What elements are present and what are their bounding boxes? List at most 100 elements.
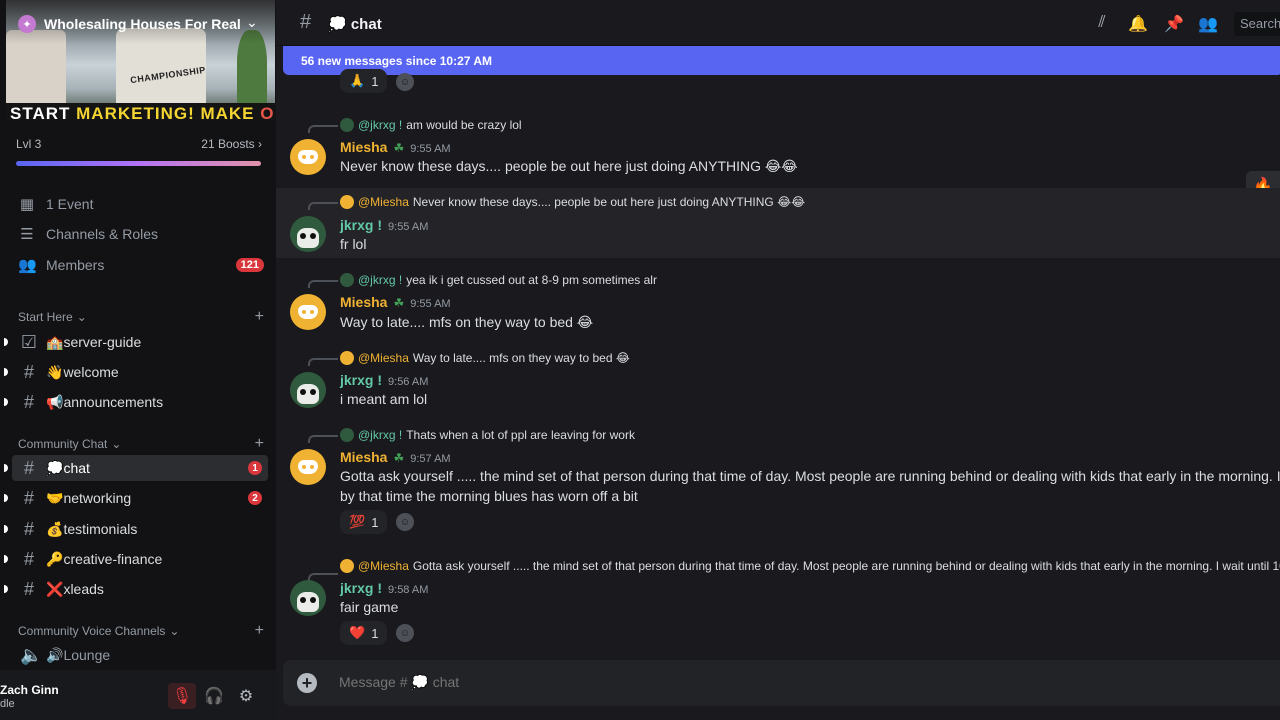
channel-label: 🏫server-guide — [46, 333, 142, 350]
reply-reference[interactable]: @jkrxg ! yea ik i get cussed out at 8-9 … — [340, 273, 657, 287]
chevron-down-icon: ⌄ — [76, 310, 87, 324]
message-text: Never know these days.... people be out … — [340, 158, 798, 174]
avatar — [340, 559, 354, 573]
avatar — [340, 273, 354, 287]
message-header: Miesha ☘ 9:55 AM — [340, 139, 451, 155]
author-name[interactable]: Miesha — [340, 449, 387, 465]
reaction-pill[interactable]: 💯 1 — [340, 510, 388, 534]
channel-label: 🔊Lounge — [46, 646, 111, 663]
chevron-down-icon[interactable]: ⌄ — [246, 14, 258, 31]
hash-icon: # — [23, 518, 34, 539]
server-level: Lvl 3 — [16, 137, 42, 151]
sidebar-link-channels-roles[interactable]: ☰ Channels & Roles — [18, 222, 264, 246]
avatar[interactable] — [290, 580, 326, 616]
channel-testimonials[interactable]: # 💰testimonials — [4, 516, 268, 542]
reaction-pill[interactable]: 🙏 1 — [340, 69, 388, 93]
message-text: Gotta ask yourself ..... the mind set of… — [340, 468, 1280, 484]
reply-reference[interactable]: @jkrxg ! am would be crazy lol — [340, 118, 522, 132]
clover-icon: ☘ — [393, 296, 405, 310]
create-channel-icon[interactable]: + — [255, 435, 264, 453]
calendar-icon: ▦ — [19, 196, 35, 213]
reply-reference[interactable]: @Miesha Gotta ask yourself ..... the min… — [340, 559, 1280, 573]
timestamp: 9:57 AM — [410, 453, 451, 465]
avatar — [340, 195, 354, 209]
members-badge: 121 — [235, 258, 264, 272]
server-name-button[interactable]: ✦ Wholesaling Houses For Real — [18, 15, 241, 33]
threads-icon[interactable]: ⫽ — [1092, 14, 1112, 34]
server-boosts: 21 Boosts › — [201, 137, 262, 151]
channel-xleads[interactable]: # ❌xleads — [4, 576, 268, 602]
reply-reference[interactable]: @Miesha Never know these days.... people… — [340, 195, 805, 209]
category-voice-channels[interactable]: Community Voice Channels ⌄ + — [18, 622, 264, 640]
channel-label: ❌xleads — [46, 580, 104, 597]
banner-caption: START MARKETING! MAKE OFFERS!! — [6, 103, 275, 120]
channels-roles-icon: ☰ — [20, 226, 34, 243]
user-panel: Zach Ginn dle 🎙 🎧 ⚙ — [0, 670, 276, 720]
author-name[interactable]: jkrxg ! — [340, 217, 382, 233]
channel-announcements[interactable]: # 📢announcements — [4, 389, 268, 415]
avatar[interactable] — [290, 294, 326, 330]
boost-progress-bar — [16, 161, 261, 166]
reply-reference[interactable]: @jkrxg ! Thats when a lot of ppl are lea… — [340, 428, 635, 442]
hash-icon: # — [300, 11, 312, 33]
author-name[interactable]: Miesha — [340, 139, 387, 155]
message-header: Miesha ☘ 9:57 AM — [340, 449, 451, 465]
chat-main: # 💭 chat ⫽ 🔔 📌 👥 Search 56 new messages … — [276, 0, 1280, 720]
checkbox-icon: ☑ — [20, 331, 38, 352]
voice-channel-lounge[interactable]: 🔈 🔊Lounge — [12, 642, 268, 668]
message-input[interactable] — [339, 674, 1239, 690]
attach-plus-icon[interactable]: + — [297, 673, 317, 693]
author-name[interactable]: jkrxg ! — [340, 580, 382, 596]
server-name: Wholesaling Houses For Real — [44, 16, 241, 32]
hash-icon: # — [23, 391, 34, 412]
user-status: dle — [0, 698, 15, 710]
add-reaction-icon[interactable]: ☺ — [396, 73, 414, 91]
channel-server-guide[interactable]: ☑ 🏫server-guide — [4, 329, 268, 355]
settings-gear-icon[interactable]: ⚙ — [232, 683, 260, 709]
add-reaction-icon[interactable]: ☺ — [396, 624, 414, 642]
mention-badge: 1 — [248, 461, 262, 475]
hash-icon: # — [23, 457, 34, 478]
sidebar-link-members[interactable]: 👥 Members 121 — [18, 253, 264, 277]
avatar[interactable] — [290, 449, 326, 485]
headphones-icon[interactable]: 🎧 — [200, 683, 228, 709]
channel-chat[interactable]: # 💭chat 1 — [4, 455, 268, 481]
channel-creative-finance[interactable]: # 🔑creative-finance — [4, 546, 268, 572]
user-name[interactable]: Zach Ginn — [0, 683, 59, 697]
mute-microphone-icon[interactable]: 🎙 — [168, 683, 196, 709]
pin-icon[interactable]: 📌 — [1164, 14, 1184, 34]
channel-label: 🤝networking — [46, 489, 132, 506]
reply-reference[interactable]: @Miesha Way to late.... mfs on they way … — [340, 351, 630, 365]
message-text: i meant am lol — [340, 391, 428, 407]
timestamp: 9:55 AM — [410, 143, 451, 155]
new-messages-banner[interactable]: 56 new messages since 10:27 AM — [283, 46, 1280, 75]
channel-networking[interactable]: # 🤝networking 2 — [4, 485, 268, 511]
category-start-here[interactable]: Start Here ⌄ + — [18, 308, 264, 326]
boost-level-row[interactable]: Lvl 3 21 Boosts › — [16, 137, 262, 151]
hash-icon: # — [23, 548, 34, 569]
member-list-icon[interactable]: 👥 — [1198, 14, 1218, 34]
create-channel-icon[interactable]: + — [255, 308, 264, 326]
category-community-chat[interactable]: Community Chat ⌄ + — [18, 435, 264, 453]
server-icon: ✦ — [18, 15, 36, 33]
reaction-pill[interactable]: ❤️ 1 — [340, 621, 388, 645]
bell-icon[interactable]: 🔔 — [1128, 14, 1148, 34]
message-text-line2: by that time the morning blues has worn … — [340, 488, 638, 504]
author-name[interactable]: Miesha — [340, 294, 387, 310]
search-input[interactable]: Search — [1234, 12, 1280, 36]
channel-label: 💰testimonials — [46, 520, 138, 537]
message-text: fr lol — [340, 236, 367, 252]
message-text: fair game — [340, 599, 399, 615]
author-name[interactable]: jkrxg ! — [340, 372, 382, 388]
create-channel-icon[interactable]: + — [255, 622, 264, 640]
timestamp: 9:56 AM — [388, 376, 429, 388]
sidebar-link-events[interactable]: ▦ 1 Event — [18, 192, 264, 216]
mention-badge: 2 — [248, 491, 262, 505]
hash-icon: # — [23, 487, 34, 508]
add-reaction-icon[interactable]: ☺ — [396, 513, 414, 531]
avatar[interactable] — [290, 372, 326, 408]
avatar[interactable] — [290, 216, 326, 252]
channel-welcome[interactable]: # 👋welcome — [4, 359, 268, 385]
message-header: jkrxg ! 9:58 AM — [340, 580, 428, 596]
avatar[interactable] — [290, 139, 326, 175]
